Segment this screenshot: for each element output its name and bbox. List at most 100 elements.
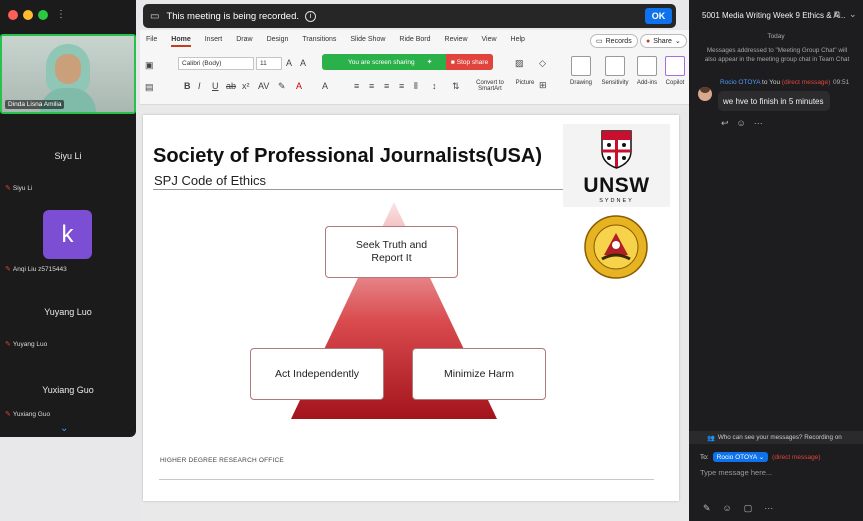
popout-icon[interactable]: ⧉ — [834, 9, 840, 20]
participant-tag-siyu: ✎ Siyu Li — [5, 184, 33, 193]
message-time: 09:51 — [833, 79, 850, 86]
avatar[interactable] — [698, 87, 712, 101]
mic-muted-icon: ✎ — [5, 266, 11, 273]
participant-tag-yuyang: ✎ Yuyang Luo — [5, 340, 48, 349]
shrink-font-icon[interactable]: A — [300, 58, 306, 68]
emoji-icon[interactable]: ☺ — [723, 503, 732, 514]
stop-share-button[interactable]: ■ Stop share — [446, 54, 493, 70]
addins-button[interactable]: Add-ins — [632, 80, 662, 86]
unsw-sydney-text: SYDNEY — [599, 198, 634, 204]
share-button[interactable]: ● Share ⌄ — [640, 34, 687, 48]
drag-handle-icon[interactable]: ⋮ — [56, 10, 66, 20]
chevron-down-icon[interactable]: ⌄ — [60, 423, 68, 434]
character-spacing-icon[interactable]: AV — [258, 81, 269, 91]
font-name-select[interactable]: Calibri (Body) — [178, 57, 254, 70]
sender-name[interactable]: Rocio OTOYA — [720, 79, 760, 86]
addins-icon[interactable] — [637, 56, 657, 76]
tab-draw[interactable]: Draw — [236, 36, 252, 47]
copilot-button[interactable]: Copilot — [660, 80, 690, 86]
pyramid-box-seek-truth[interactable]: Seek Truth and Report It — [325, 226, 458, 278]
unsw-wordmark: UNSW — [583, 174, 650, 197]
tab-design[interactable]: Design — [267, 36, 289, 47]
drawing-icon[interactable] — [571, 56, 591, 76]
recording-message: This meeting is being recorded. — [166, 10, 299, 22]
recipient-row: To: Rocio OTOYA ⌄ (direct message) — [700, 452, 821, 462]
tab-review[interactable]: Review — [445, 36, 468, 47]
info-icon[interactable]: i — [305, 10, 316, 22]
convert-smartart-button[interactable]: Convert to SmartArt — [470, 80, 510, 92]
tab-file[interactable]: File — [146, 36, 157, 47]
footer-divider — [159, 479, 654, 480]
more-icon[interactable]: ··· — [764, 503, 773, 514]
picture-button[interactable]: Picture — [510, 80, 540, 86]
new-slide-icon[interactable]: ▣ — [145, 60, 154, 71]
screen-sharing-bar: You are screen sharing ✦ ■ Stop share — [322, 54, 493, 70]
stop-icon: ■ — [450, 58, 455, 66]
tab-slide-show[interactable]: Slide Show — [350, 36, 385, 47]
picture-icon[interactable]: ▨ — [515, 58, 524, 69]
tab-help[interactable]: Help — [511, 36, 525, 47]
line-spacing-icon[interactable]: ↕ — [432, 81, 437, 91]
message-input[interactable] — [700, 468, 850, 477]
justify-icon[interactable]: ≡ — [399, 81, 404, 91]
university-seal-icon — [584, 215, 648, 279]
font-color-icon[interactable]: A — [296, 81, 302, 91]
shapes-icon[interactable]: ◇ — [539, 58, 546, 69]
tab-view[interactable]: View — [482, 36, 497, 47]
align-right-icon[interactable]: ≡ — [384, 81, 389, 91]
zoom-window-button[interactable] — [38, 10, 48, 20]
mic-muted-icon: ✎ — [5, 411, 11, 418]
mic-muted-icon: ✎ — [5, 185, 11, 192]
arrange-icon[interactable]: ⊞ — [539, 80, 547, 91]
tab-ride-bord[interactable]: Ride Bord — [399, 36, 430, 47]
drawing-button[interactable]: Drawing — [566, 80, 596, 86]
sensitivity-button[interactable]: Sensitivity — [599, 80, 631, 86]
recording-notice-bar: ▭ This meeting is being recorded. i OK — [143, 4, 676, 28]
slide[interactable]: Society of Professional Journalists(USA)… — [143, 115, 679, 501]
title-divider — [153, 189, 565, 190]
pause-share-icon[interactable]: ✦ — [427, 58, 433, 66]
bold-icon[interactable]: B — [184, 81, 191, 91]
video-camera-icon: ▭ — [150, 10, 160, 22]
emoji-reaction-icon[interactable]: ☺ — [737, 118, 746, 129]
share-icon: ● — [646, 37, 651, 45]
active-speaker-video[interactable]: Dinda Lisna Amilia — [0, 34, 136, 114]
ok-button[interactable]: OK — [645, 8, 672, 24]
more-options-icon[interactable]: ··· — [754, 118, 763, 129]
align-left-icon[interactable]: ≡ — [354, 81, 359, 91]
message-bubble[interactable]: we hve to finish in 5 minutes — [718, 91, 830, 111]
tab-insert[interactable]: Insert — [205, 36, 223, 47]
file-icon[interactable]: ▢ — [744, 503, 753, 514]
ribbon-tabs: File Home Insert Draw Design Transitions… — [146, 36, 539, 47]
columns-icon[interactable]: ⫴ — [414, 81, 418, 92]
participant-tag-yuxiang: ✎ Yuxiang Guo — [5, 410, 51, 419]
records-button[interactable]: ▭ Records — [590, 34, 638, 48]
layout-icon[interactable]: ▤ — [145, 82, 154, 93]
strikethrough-icon[interactable]: ab — [226, 81, 236, 91]
reply-icon[interactable]: ↩ — [721, 118, 729, 129]
tab-home[interactable]: Home — [171, 36, 191, 47]
tab-transitions[interactable]: Transitions — [302, 36, 336, 47]
grow-font-icon[interactable]: A — [286, 58, 292, 68]
underline-icon[interactable]: U — [212, 81, 219, 91]
minimize-window-button[interactable] — [23, 10, 33, 20]
subscript-icon[interactable]: x² — [242, 81, 250, 91]
visibility-notice[interactable]: 👥 Who can see your messages? Recording o… — [689, 431, 863, 444]
format-icon[interactable]: ✎ — [703, 503, 711, 514]
font-color-dropdown-icon[interactable]: A — [322, 81, 328, 91]
copilot-icon[interactable] — [665, 56, 685, 76]
italic-icon[interactable]: I — [198, 81, 201, 91]
pyramid-box-act-independently[interactable]: Act Independently — [250, 348, 384, 400]
recipient-select[interactable]: Rocio OTOYA ⌄ — [712, 452, 769, 462]
pyramid-box-minimize-harm[interactable]: Minimize Harm — [412, 348, 546, 400]
window-controls: ⋮ — [8, 10, 66, 20]
font-size-select[interactable]: 11 — [256, 57, 282, 70]
participant-avatar-anqi[interactable]: k — [43, 210, 92, 259]
close-window-button[interactable] — [8, 10, 18, 20]
highlight-icon[interactable]: ✎ — [278, 81, 286, 92]
align-center-icon[interactable]: ≡ — [369, 81, 374, 91]
chevron-down-icon[interactable]: ⌄ — [849, 9, 857, 20]
text-direction-icon[interactable]: ⇅ — [452, 81, 460, 92]
chat-title: 5001 Media Writing Week 9 Ethics & A... — [702, 10, 846, 20]
sensitivity-icon[interactable] — [605, 56, 625, 76]
